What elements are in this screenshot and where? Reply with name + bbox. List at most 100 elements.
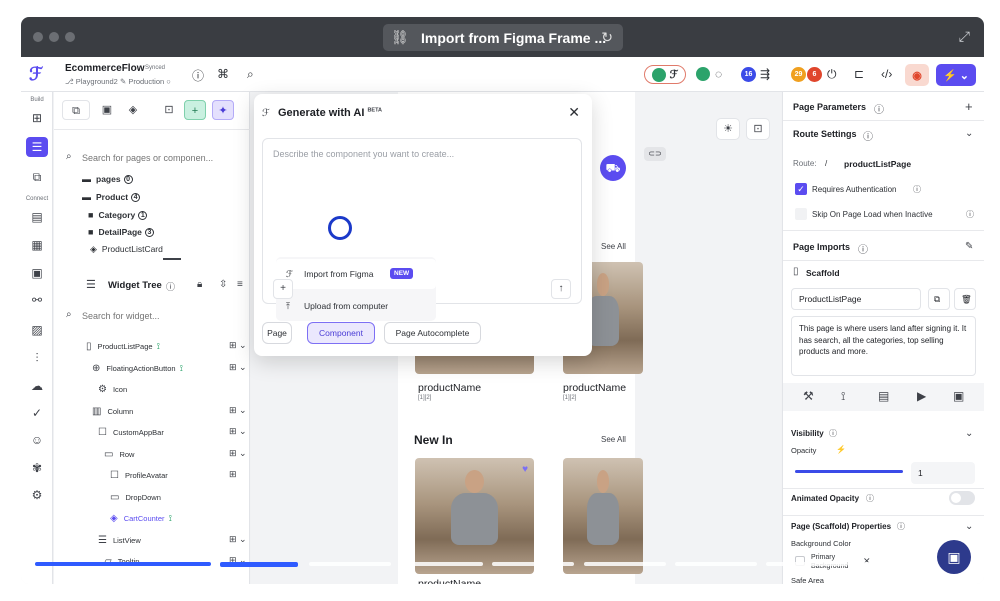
- properties-tab-icon[interactable]: ⚒: [803, 389, 814, 403]
- ai-agent-tab-icon[interactable]: ⟟: [841, 389, 845, 404]
- valid-check-icon[interactable]: [696, 67, 710, 81]
- pages-folder[interactable]: ▬ pages 0: [82, 170, 133, 188]
- settings-icon[interactable]: ⚙: [26, 485, 48, 505]
- progress-segment[interactable]: [309, 562, 391, 566]
- close-icon[interactable]: ✕: [568, 104, 580, 121]
- wrap-widget-icon[interactable]: ⊞ ⌄: [229, 426, 247, 437]
- chat-icon[interactable]: ◌: [715, 67, 722, 81]
- category-folder[interactable]: ■ Category 1: [88, 206, 148, 224]
- set-from-variable-icon[interactable]: ⚡: [836, 445, 846, 454]
- submit-arrow-button[interactable]: ↑: [551, 279, 571, 299]
- skip-on-load-checkbox[interactable]: [795, 208, 807, 220]
- branch-icon[interactable]: ⇶: [760, 67, 770, 81]
- mode-component-chip[interactable]: Component: [307, 322, 375, 344]
- filter-icon[interactable]: ≡: [237, 279, 243, 290]
- window-zoom-dot[interactable]: [65, 32, 75, 42]
- copy-button[interactable]: ⧉: [928, 288, 950, 310]
- wrap-widget-icon[interactable]: ⊞ ⌄: [229, 448, 247, 459]
- widget-tree-icon[interactable]: ☰: [26, 137, 48, 157]
- tree-item-icon[interactable]: ⚙ Icon: [98, 379, 127, 399]
- code-icon[interactable]: ‹/›: [881, 67, 892, 81]
- link-toggle-icon[interactable]: ⊂⊃: [644, 147, 666, 161]
- firestore-icon[interactable]: ▦: [26, 235, 48, 255]
- storyboard-icon[interactable]: ⧉: [26, 167, 48, 187]
- page-name-input[interactable]: ProductListPage: [791, 288, 921, 310]
- animated-opacity-toggle[interactable]: [949, 491, 975, 505]
- mode-page-autocomplete-chip[interactable]: Page Autocomplete: [384, 322, 481, 344]
- progress-segment[interactable]: [35, 562, 211, 566]
- chevron-down-icon[interactable]: ⌄: [965, 128, 973, 139]
- backend-query-tab-icon[interactable]: ▤: [878, 389, 889, 403]
- badge-6[interactable]: 6: [807, 67, 822, 82]
- tree-item-row[interactable]: ▭ Row: [104, 444, 134, 464]
- import-from-figma-item[interactable]: ℱ Import from Figma NEW: [276, 259, 436, 289]
- product-folder[interactable]: ▬ Product 4: [82, 188, 141, 206]
- detailpage-folder[interactable]: ■ DetailPage 3: [88, 223, 154, 241]
- chat-support-button[interactable]: ▣: [937, 540, 971, 574]
- wrap-widget-icon[interactable]: ⊞ ⌄: [229, 405, 247, 416]
- media-assets-icon[interactable]: ▨: [26, 320, 48, 340]
- tree-item-tooltip[interactable]: ▱ Tooltip: [104, 551, 139, 571]
- info-icon[interactable]: ⓘ: [897, 521, 905, 532]
- wrap-widget-icon[interactable]: ⊞: [229, 469, 237, 480]
- requires-auth-checkbox[interactable]: ✓: [795, 183, 807, 195]
- components-tab-icon[interactable]: ▣: [96, 100, 118, 120]
- preview-button[interactable]: ◉: [905, 64, 929, 86]
- help-icon[interactable]: ⓘ: [192, 67, 204, 84]
- run-button[interactable]: ⚡ ⌄: [936, 64, 976, 86]
- tree-icon[interactable]: ⊏: [854, 67, 864, 81]
- ai-status-pill[interactable]: ℱ: [644, 65, 686, 84]
- opacity-slider[interactable]: [795, 470, 903, 473]
- tree-item-profileavatar[interactable]: ☐ ProfileAvatar: [110, 465, 168, 485]
- panel-resize-handle[interactable]: [163, 258, 181, 260]
- wrap-widget-icon[interactable]: ⊞ ⌄: [229, 340, 247, 351]
- video-progress-bar[interactable]: [35, 562, 965, 568]
- info-icon[interactable]: ⓘ: [874, 101, 884, 116]
- device-frame-icon[interactable]: ⊡: [746, 118, 770, 140]
- tree-item-listview[interactable]: ☰ ListView: [98, 530, 141, 550]
- tree-item-productlistpage[interactable]: ▯ ProductListPage ⟟: [86, 336, 160, 356]
- actions-tab-icon[interactable]: ▶: [917, 389, 926, 403]
- progress-segment[interactable]: [675, 562, 757, 566]
- wrap-widget-icon[interactable]: ⊞ ⌄: [229, 534, 247, 545]
- chevron-down-icon[interactable]: ⌄: [965, 428, 973, 439]
- project-name[interactable]: EcommerceFlow: [65, 63, 144, 74]
- add-page-button[interactable]: +: [184, 100, 206, 120]
- tests-icon[interactable]: ✓: [26, 403, 48, 423]
- chevron-down-icon[interactable]: ⌄: [965, 521, 973, 532]
- data-schema-icon[interactable]: ▤: [26, 207, 48, 227]
- window-minimize-dot[interactable]: [49, 32, 59, 42]
- mode-page-chip[interactable]: Page: [262, 322, 292, 344]
- progress-segment[interactable]: [492, 562, 574, 566]
- expand-collapse-icon[interactable]: ⇳: [219, 279, 227, 290]
- search-icon[interactable]: ⌕: [247, 67, 254, 82]
- cloud-functions-icon[interactable]: ☁: [26, 376, 48, 396]
- pages-tab-icon[interactable]: ⧉: [62, 100, 90, 120]
- tree-item-floatingactionbutton[interactable]: ⊕ FloatingActionButton ⟟: [92, 358, 183, 378]
- cart-fab-button[interactable]: ⛟: [600, 155, 626, 181]
- ai-generate-button[interactable]: ✦: [212, 100, 234, 120]
- window-close-dot[interactable]: [33, 32, 43, 42]
- progress-segment[interactable]: [766, 562, 848, 566]
- see-all-link-1[interactable]: See All: [601, 242, 626, 251]
- folder-icon[interactable]: ⊡: [158, 100, 180, 120]
- add-widget-icon[interactable]: ⊞: [26, 108, 48, 128]
- info-icon[interactable]: ⓘ: [866, 493, 874, 504]
- command-icon[interactable]: ⌘: [217, 67, 229, 81]
- add-parameter-icon[interactable]: +: [965, 99, 973, 114]
- prompt-textarea[interactable]: Describe the component you want to creat…: [262, 138, 582, 321]
- reload-icon[interactable]: ↻: [601, 29, 613, 46]
- branch-info[interactable]: ⎇ Playground2 ✎ Production ○: [65, 77, 171, 86]
- progress-segment[interactable]: [584, 562, 666, 566]
- info-icon[interactable]: ⓘ: [913, 184, 921, 195]
- wrap-widget-icon[interactable]: ⊞ ⌄: [229, 362, 247, 373]
- badge-16[interactable]: 16: [741, 67, 756, 82]
- lock-icon[interactable]: 🔒︎: [197, 279, 202, 290]
- agents-icon[interactable]: ☺: [26, 430, 48, 450]
- documentation-tab-icon[interactable]: ▣: [953, 389, 964, 403]
- api-calls-icon[interactable]: ⚯: [26, 290, 48, 310]
- history-icon[interactable]: ⏻: [827, 67, 837, 82]
- badge-29[interactable]: 29: [791, 67, 806, 82]
- theme-toggle-icon[interactable]: ☀: [716, 118, 740, 140]
- tree-item-dropdown[interactable]: ▭ DropDown: [110, 487, 161, 507]
